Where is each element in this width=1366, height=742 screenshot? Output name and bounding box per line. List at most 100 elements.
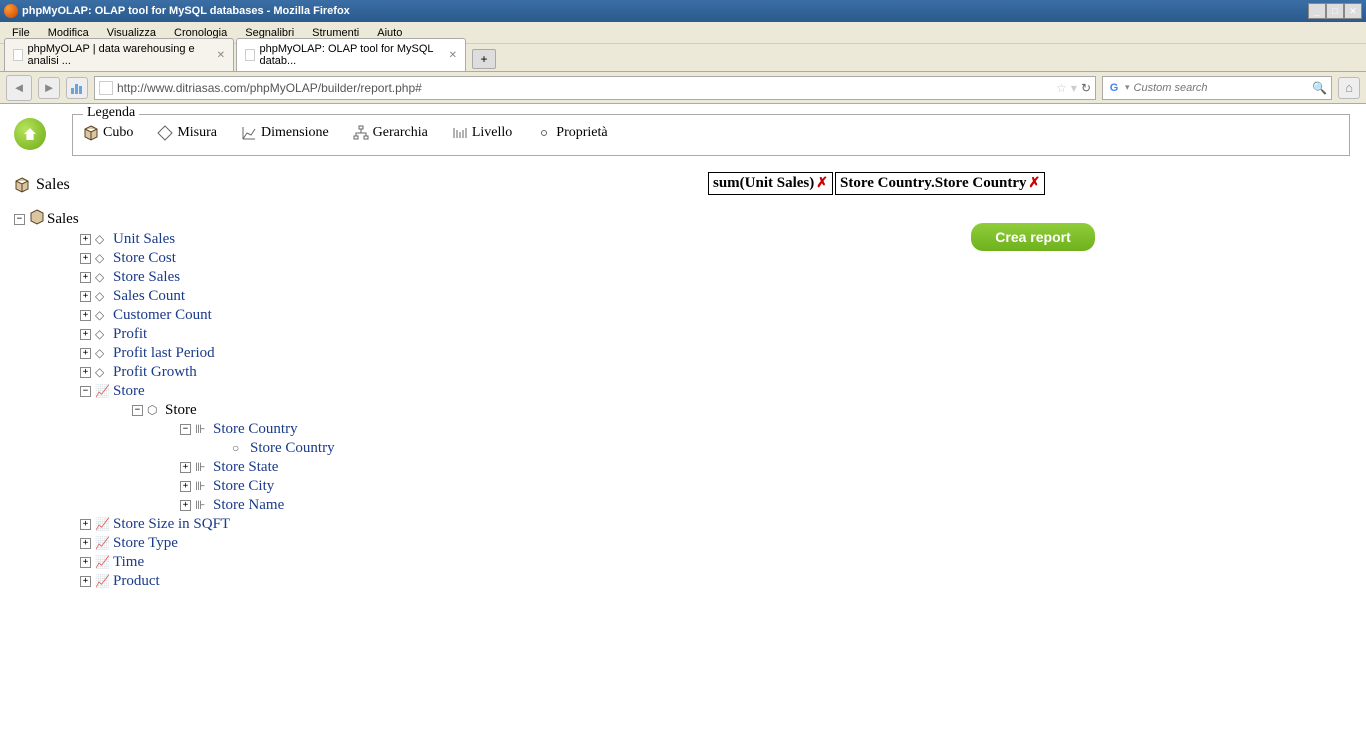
- tree-root[interactable]: − Sales: [8, 208, 688, 230]
- level-icon: ⊪: [195, 498, 209, 513]
- tree-measure[interactable]: +◇Profit last Period: [8, 344, 688, 363]
- tree-dimension[interactable]: +📈Time: [8, 553, 688, 572]
- tree-toggle[interactable]: −: [14, 214, 25, 225]
- tree-measure[interactable]: +◇Store Cost: [8, 249, 688, 268]
- tree-toggle[interactable]: +: [80, 367, 91, 378]
- tree-level[interactable]: +⊪Store Name: [8, 496, 688, 515]
- hierarchy-icon: ⬡: [147, 403, 161, 418]
- selected-items: sum(Unit Sales) ✗ Store Country.Store Co…: [708, 172, 1358, 195]
- tab-background[interactable]: phpMyOLAP | data warehousing e analisi .…: [4, 38, 234, 71]
- tree-toggle[interactable]: +: [80, 310, 91, 321]
- chip-remove-icon[interactable]: ✗: [816, 175, 828, 192]
- tree-dimension[interactable]: +📈Product: [8, 572, 688, 591]
- tree-level[interactable]: +⊪Store City: [8, 477, 688, 496]
- tree-toggle[interactable]: −: [80, 386, 91, 397]
- create-report-button[interactable]: Crea report: [971, 223, 1094, 251]
- tree-measure[interactable]: +◇Store Sales: [8, 268, 688, 287]
- dimension-icon: 📈: [95, 536, 109, 551]
- tree-measure[interactable]: +◇Customer Count: [8, 306, 688, 325]
- legend-item-gerarchia: Gerarchia: [353, 125, 428, 141]
- tree-toggle[interactable]: +: [80, 272, 91, 283]
- search-box[interactable]: G ▾ 🔍: [1102, 76, 1332, 100]
- dropdown-icon[interactable]: ▾: [1125, 82, 1130, 93]
- tree-toggle[interactable]: +: [180, 500, 191, 511]
- tree-toggle[interactable]: −: [132, 405, 143, 416]
- measure-icon: ◇: [95, 346, 109, 361]
- dimension-icon: 📈: [95, 555, 109, 570]
- tree-toggle[interactable]: +: [80, 234, 91, 245]
- chip-measure: sum(Unit Sales) ✗: [708, 172, 833, 195]
- tree-hierarchy-store[interactable]: −⬡Store: [8, 401, 688, 420]
- dimension-icon: 📈: [95, 517, 109, 532]
- url-box[interactable]: ☆ ▾ ↻: [94, 76, 1096, 100]
- tab-close-icon[interactable]: ✕: [449, 50, 457, 61]
- tree-toggle[interactable]: +: [80, 557, 91, 568]
- tree: − Sales +◇Unit Sales +◇Store Cost +◇Stor…: [8, 208, 688, 591]
- tab-active[interactable]: phpMyOLAP: OLAP tool for MySQL datab... …: [236, 38, 466, 71]
- tree-measure[interactable]: +◇Profit: [8, 325, 688, 344]
- search-input[interactable]: [1134, 82, 1309, 94]
- app-home-icon[interactable]: [14, 118, 46, 150]
- tree-toggle[interactable]: +: [80, 576, 91, 587]
- dimension-icon: 📈: [95, 574, 109, 589]
- tree-toggle[interactable]: −: [180, 424, 191, 435]
- tree-property[interactable]: ○Store Country: [8, 439, 688, 458]
- tree-level[interactable]: +⊪Store State: [8, 458, 688, 477]
- dropdown-icon[interactable]: ▾: [1071, 81, 1077, 95]
- measure-icon: [157, 125, 173, 141]
- page-content: Legenda Cubo Misura: [0, 104, 1366, 742]
- close-button[interactable]: ✕: [1344, 3, 1362, 19]
- tree-measure[interactable]: +◇Unit Sales: [8, 230, 688, 249]
- reload-button[interactable]: ↻: [1081, 81, 1091, 95]
- history-button[interactable]: [66, 77, 88, 99]
- legend-title: Legenda: [83, 105, 139, 121]
- new-tab-button[interactable]: +: [472, 49, 496, 69]
- cube-icon: [83, 125, 99, 141]
- legend-box: Legenda Cubo Misura: [72, 114, 1350, 156]
- tab-favicon: [245, 49, 255, 61]
- search-icon[interactable]: 🔍: [1312, 81, 1327, 95]
- tab-label: phpMyOLAP | data warehousing e analisi .…: [27, 43, 208, 67]
- tree-toggle[interactable]: +: [80, 519, 91, 530]
- back-button[interactable]: ◄: [6, 75, 32, 101]
- measure-icon: ◇: [95, 365, 109, 380]
- tree-level[interactable]: −⊪Store Country: [8, 420, 688, 439]
- level-icon: ⊪: [195, 460, 209, 475]
- tree-toggle[interactable]: +: [80, 348, 91, 359]
- legend-item-cubo: Cubo: [83, 125, 133, 141]
- measure-icon: ◇: [95, 308, 109, 323]
- home-button[interactable]: ⌂: [1338, 77, 1360, 99]
- tab-close-icon[interactable]: ✕: [217, 50, 225, 61]
- measure-icon: ◇: [95, 270, 109, 285]
- tree-toggle[interactable]: +: [180, 462, 191, 473]
- forward-button[interactable]: ►: [38, 77, 60, 99]
- cube-header: Sales: [14, 176, 688, 194]
- chip-remove-icon[interactable]: ✗: [1029, 175, 1041, 192]
- window-title: phpMyOLAP: OLAP tool for MySQL databases…: [22, 5, 350, 17]
- url-input[interactable]: [117, 81, 1052, 95]
- tree-dimension[interactable]: +📈Store Type: [8, 534, 688, 553]
- measure-icon: ◇: [95, 251, 109, 266]
- tree-toggle[interactable]: +: [80, 253, 91, 264]
- tree-toggle[interactable]: +: [180, 481, 191, 492]
- level-icon: ⊪: [195, 479, 209, 494]
- tree-toggle[interactable]: +: [80, 291, 91, 302]
- tree-dimension[interactable]: +📈Store Size in SQFT: [8, 515, 688, 534]
- tabbar: phpMyOLAP | data warehousing e analisi .…: [0, 44, 1366, 72]
- minimize-button[interactable]: _: [1308, 3, 1326, 19]
- cube-icon: [29, 209, 43, 229]
- measure-icon: ◇: [95, 232, 109, 247]
- maximize-button[interactable]: □: [1326, 3, 1344, 19]
- tree-measure[interactable]: +◇Profit Growth: [8, 363, 688, 382]
- hierarchy-icon: [353, 125, 369, 141]
- level-icon: [452, 125, 468, 141]
- tree-toggle[interactable]: +: [80, 538, 91, 549]
- legend-item-proprieta: Proprietà: [536, 125, 607, 141]
- tree-toggle[interactable]: +: [80, 329, 91, 340]
- bookmark-star-icon[interactable]: ☆: [1056, 81, 1067, 95]
- tree-dimension-store[interactable]: −📈Store: [8, 382, 688, 401]
- tab-label: phpMyOLAP: OLAP tool for MySQL datab...: [259, 43, 440, 67]
- cube-name: Sales: [36, 176, 70, 194]
- window-titlebar: phpMyOLAP: OLAP tool for MySQL databases…: [0, 0, 1366, 22]
- tree-measure[interactable]: +◇Sales Count: [8, 287, 688, 306]
